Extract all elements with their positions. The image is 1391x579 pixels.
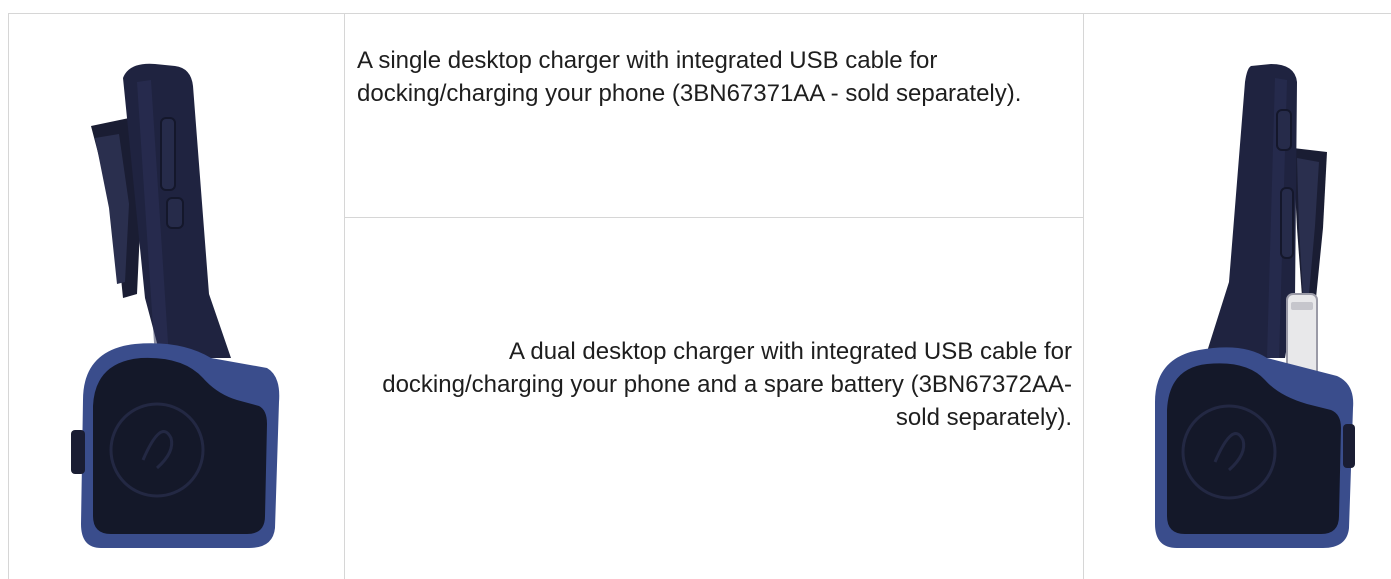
dual-charger-photo xyxy=(1147,58,1357,550)
accessory-table: A single desktop charger with integrated… xyxy=(8,13,1391,579)
single-charger-description: A single desktop charger with integrated… xyxy=(357,47,1022,107)
dual-charger-description: A dual desktop charger with integrated U… xyxy=(382,338,1072,431)
single-charger-photo xyxy=(71,58,281,550)
column-divider-left xyxy=(344,14,345,579)
row-divider xyxy=(345,217,1083,218)
column-divider-right xyxy=(1083,14,1084,579)
